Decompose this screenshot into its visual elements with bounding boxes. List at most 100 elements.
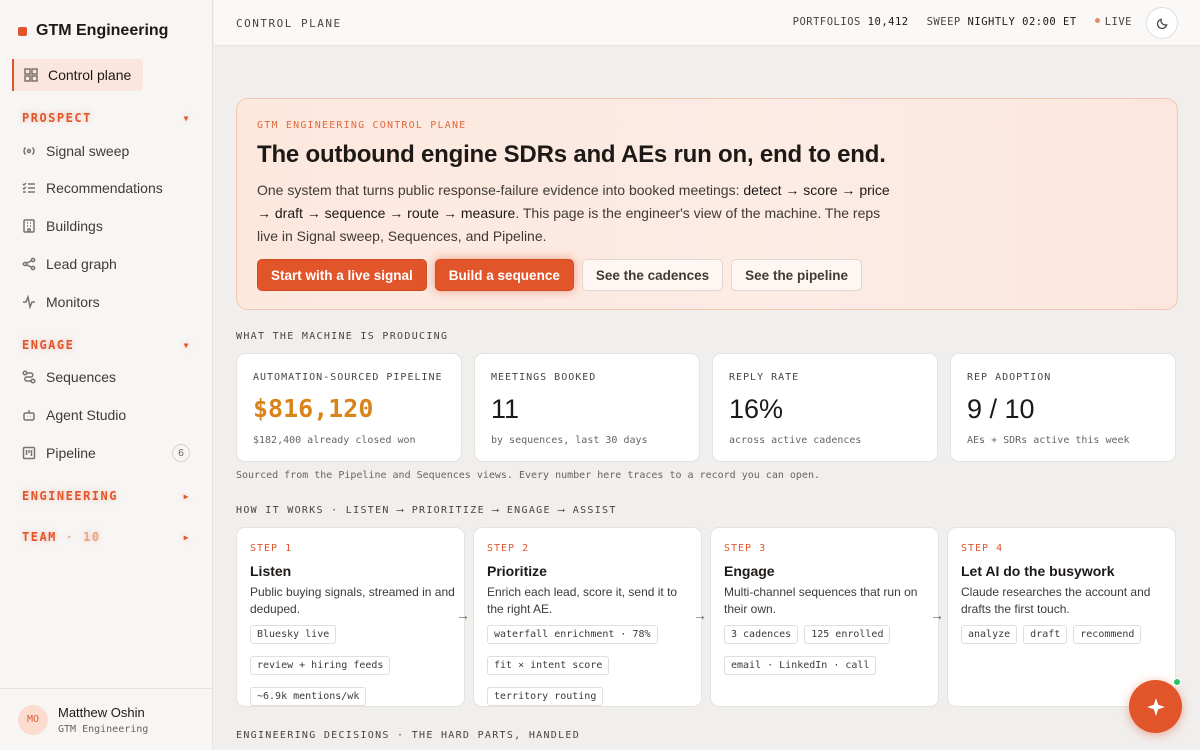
chip: ~6.9k mentions/wk: [250, 687, 367, 706]
build-sequence-button[interactable]: Build a sequence: [434, 259, 574, 291]
assistant-button[interactable]: [1129, 680, 1182, 733]
sidebar-item-control-plane[interactable]: Control plane: [12, 59, 143, 91]
metric-sub: $182,400 already closed won: [253, 435, 416, 446]
metric-card-rep-adoption[interactable]: REP ADOPTION 9 / 10 AEs + SDRs active th…: [950, 353, 1176, 462]
caret-down-icon: ▼: [183, 340, 190, 350]
sidebar-item-monitors[interactable]: Monitors: [12, 286, 202, 318]
step-chips: Bluesky live review + hiring feeds ~6.9k…: [250, 625, 460, 706]
pulse-icon: [22, 295, 36, 309]
sidebar-item-label: Monitors: [46, 294, 100, 310]
metric-value: 16%: [729, 394, 784, 424]
step-chips: 3 cadences 125 enrolled email · LinkedIn…: [724, 625, 934, 675]
section-engineering[interactable]: ENGINEERING ▶: [22, 489, 190, 503]
metrics-footnote: Sourced from the Pipeline and Sequences …: [236, 470, 820, 481]
step-card-ai-busywork: STEP 4 Let AI do the busywork Claude res…: [947, 527, 1176, 707]
chip: waterfall enrichment · 78%: [487, 625, 658, 644]
sidebar-item-label: Pipeline: [46, 445, 96, 461]
see-cadences-button[interactable]: See the cadences: [581, 259, 724, 291]
metric-label: REP ADOPTION: [967, 372, 1052, 383]
sidebar: GTM Engineering Control plane PROSPECT ▼…: [0, 0, 213, 750]
sidebar-item-label: Signal sweep: [46, 143, 130, 159]
sidebar-item-label: Buildings: [46, 218, 103, 234]
sidebar-item-label: Sequences: [46, 369, 117, 385]
sidebar-item-label: Recommendations: [46, 180, 163, 196]
chip: recommend: [1073, 625, 1142, 644]
hero-eyebrow: GTM ENGINEERING CONTROL PLANE: [257, 120, 467, 131]
sidebar-item-signal-sweep[interactable]: Signal sweep: [12, 135, 202, 167]
chip: fit × intent score: [487, 656, 610, 675]
live-dot-icon: [1094, 18, 1100, 23]
section-title: TEAM · 10: [22, 530, 101, 544]
team-count: 10: [83, 530, 101, 544]
sidebar-item-label: Lead graph: [46, 256, 117, 272]
caret-right-icon: ▶: [183, 532, 190, 542]
section-engage[interactable]: ENGAGE ▼: [22, 338, 190, 352]
breadcrumb: CONTROL PLANE: [236, 17, 342, 30]
route-icon: [22, 370, 36, 384]
sidebar-item-lead-graph[interactable]: Lead graph: [12, 248, 202, 280]
metric-sub: AEs + SDRs active this week: [967, 435, 1130, 446]
user-profile[interactable]: MO Matthew Oshin GTM Engineering: [0, 688, 213, 750]
user-org: GTM Engineering: [58, 723, 149, 735]
sidebar-item-pipeline[interactable]: Pipeline 6: [12, 437, 202, 469]
theme-toggle-button[interactable]: [1146, 7, 1178, 39]
metric-card-pipeline[interactable]: AUTOMATION-SOURCED PIPELINE $816,120 $18…: [236, 353, 462, 462]
chip: draft: [1023, 625, 1068, 644]
step-desc: Multi-channel sequences that run on thei…: [724, 585, 918, 616]
chip: 125 enrolled: [804, 625, 891, 644]
step-number: STEP 1: [250, 543, 293, 554]
metric-value: $816,120: [253, 394, 374, 423]
metric-label: MEETINGS BOOKED: [491, 372, 597, 383]
user-name: Matthew Oshin: [58, 704, 145, 720]
brand-name: GTM Engineering: [36, 22, 169, 39]
brand-logo-icon: [18, 26, 27, 36]
arrow-right-icon: →: [930, 607, 944, 623]
step-card-prioritize: STEP 2 Prioritize Enrich each lead, scor…: [473, 527, 702, 707]
chip: email · LinkedIn · call: [724, 656, 877, 675]
step-title: Engage: [724, 563, 775, 579]
step-number: STEP 2: [487, 543, 530, 554]
sidebar-item-recommendations[interactable]: Recommendations: [12, 172, 202, 204]
metrics-section-label: WHAT THE MACHINE IS PRODUCING: [236, 331, 449, 342]
metric-card-meetings[interactable]: MEETINGS BOOKED 11 by sequences, last 30…: [474, 353, 700, 462]
step-number: STEP 4: [961, 543, 1004, 554]
chip: 3 cadences: [724, 625, 799, 644]
see-pipeline-button[interactable]: See the pipeline: [731, 259, 862, 291]
grid-icon: [24, 68, 38, 82]
sidebar-item-sequences[interactable]: Sequences: [12, 361, 202, 393]
start-live-signal-button[interactable]: Start with a live signal: [257, 259, 427, 291]
chip: territory routing: [487, 687, 604, 706]
metric-label: REPLY RATE: [729, 372, 800, 383]
section-prospect[interactable]: PROSPECT ▼: [22, 111, 190, 125]
step-chips: analyze draft recommend: [961, 625, 1171, 644]
metric-sub: by sequences, last 30 days: [491, 435, 648, 446]
bot-icon: [22, 408, 36, 422]
sidebar-item-agent-studio[interactable]: Agent Studio: [12, 399, 202, 431]
sweep-stat: SWEEP NIGHTLY 02:00 ET: [926, 16, 1077, 28]
step-number: STEP 3: [724, 543, 767, 554]
building-icon: [22, 219, 36, 233]
decisions-section-label: ENGINEERING DECISIONS · THE HARD PARTS, …: [236, 730, 581, 741]
hero-actions: Start with a live signal Build a sequenc…: [257, 259, 862, 291]
sidebar-item-label: Control plane: [48, 67, 132, 83]
signal-icon: [22, 144, 36, 158]
pipeline-count-badge: 6: [172, 444, 190, 462]
metric-card-reply-rate[interactable]: REPLY RATE 16% across active cadences: [712, 353, 938, 462]
brand[interactable]: GTM Engineering: [18, 22, 168, 40]
caret-right-icon: ▶: [183, 491, 190, 501]
arrow-right-icon: →: [456, 607, 470, 623]
step-desc: Public buying signals, streamed in and d…: [250, 585, 455, 616]
list-check-icon: [22, 181, 36, 195]
sidebar-item-buildings[interactable]: Buildings: [12, 210, 202, 242]
chip: analyze: [961, 625, 1018, 644]
hero-body: One system that turns public response-fa…: [257, 182, 890, 244]
section-title: PROSPECT: [22, 111, 92, 125]
topbar: CONTROL PLANE PORTFOLIOS 10,412 SWEEP NI…: [214, 0, 1200, 46]
section-title: ENGINEERING: [22, 489, 118, 503]
moon-icon: [1156, 17, 1168, 29]
caret-down-icon: ▼: [183, 113, 190, 123]
steps-section-label: HOW IT WORKS · LISTEN ⟶ PRIORITIZE ⟶ ENG…: [236, 505, 617, 516]
portfolios-stat: PORTFOLIOS 10,412: [792, 16, 909, 28]
section-team[interactable]: TEAM · 10 ▶: [22, 530, 190, 544]
metric-value: 9 / 10: [967, 394, 1035, 424]
